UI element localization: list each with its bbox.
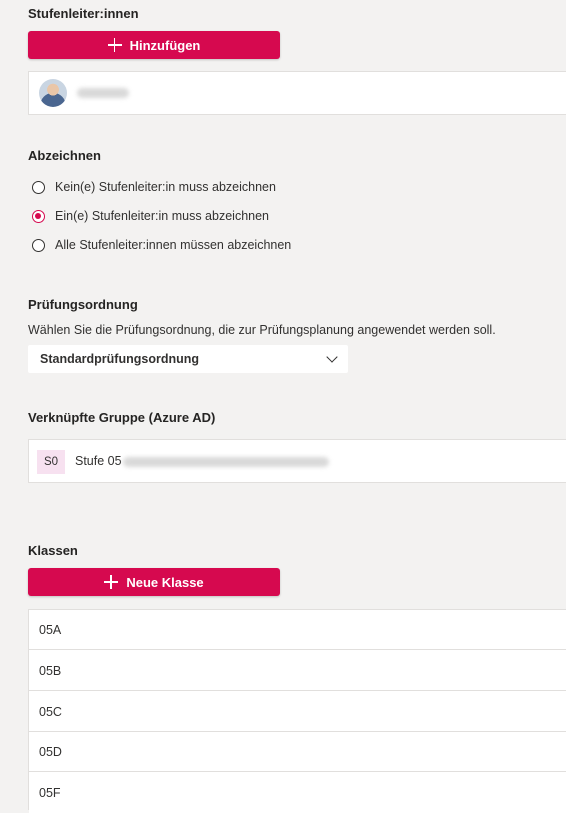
redacted-name	[77, 88, 129, 98]
plus-icon	[107, 38, 122, 52]
list-item[interactable]: 05B	[29, 651, 566, 691]
radio-button-checked-icon[interactable]	[32, 209, 45, 223]
gruppe-title: Verknüpfte Gruppe (Azure AD)	[28, 410, 216, 425]
class-list: 05A 05B 05C 05D 05F	[28, 609, 566, 813]
stufenleiter-title: Stufenleiter:innen	[28, 6, 139, 21]
group-badge: S0	[37, 450, 65, 474]
pruefungsordnung-dropdown[interactable]: Standardprüfungsordnung	[28, 345, 348, 373]
group-name: Stufe 05	[75, 454, 122, 468]
class-name: 05B	[39, 663, 62, 678]
chevron-down-icon	[326, 351, 338, 363]
radio-option-label: Alle Stufenleiter:innen müssen abzeichne…	[55, 238, 292, 252]
radio-option-label: Ein(e) Stufenleiter:in muss abzeichnen	[55, 209, 270, 223]
class-name: 05A	[39, 622, 62, 637]
redacted-group-id	[123, 457, 329, 467]
radio-option-none[interactable]: Kein(e) Stufenleiter:in muss abzeichnen	[32, 178, 276, 196]
pruefungsordnung-title: Prüfungsordnung	[28, 297, 138, 312]
list-item[interactable]: 05D	[29, 732, 566, 772]
radio-option-one[interactable]: Ein(e) Stufenleiter:in muss abzeichnen	[32, 207, 269, 225]
radio-button-icon[interactable]	[32, 238, 45, 252]
add-stufenleiter-button[interactable]: Hinzufügen	[28, 31, 280, 59]
new-class-button[interactable]: Neue Klasse	[28, 568, 280, 596]
class-name: 05F	[39, 786, 61, 800]
add-stufenleiter-label: Hinzufügen	[129, 37, 201, 53]
radio-option-all[interactable]: Alle Stufenleiter:innen müssen abzeichne…	[32, 236, 291, 254]
stufenleiter-person-card[interactable]	[28, 71, 566, 115]
class-name: 05C	[39, 704, 62, 719]
list-item[interactable]: 05F	[29, 773, 566, 813]
radio-option-label: Kein(e) Stufenleiter:in muss abzeichnen	[55, 180, 276, 194]
dropdown-selected-value: Standardprüfungsordnung	[40, 352, 200, 366]
klassen-title: Klassen	[28, 543, 78, 558]
plus-icon	[104, 575, 119, 589]
abzeichnen-title: Abzeichnen	[28, 148, 101, 163]
list-item[interactable]: 05A	[29, 610, 566, 650]
avatar	[39, 79, 67, 107]
pruefungsordnung-description: Wählen Sie die Prüfungsordnung, die zur …	[28, 323, 496, 337]
linked-group-card[interactable]: S0 Stufe 05	[28, 439, 566, 483]
radio-button-icon[interactable]	[32, 180, 45, 194]
class-name: 05D	[39, 744, 62, 759]
new-class-label: Neue Klasse	[126, 574, 204, 590]
list-item[interactable]: 05C	[29, 692, 566, 732]
